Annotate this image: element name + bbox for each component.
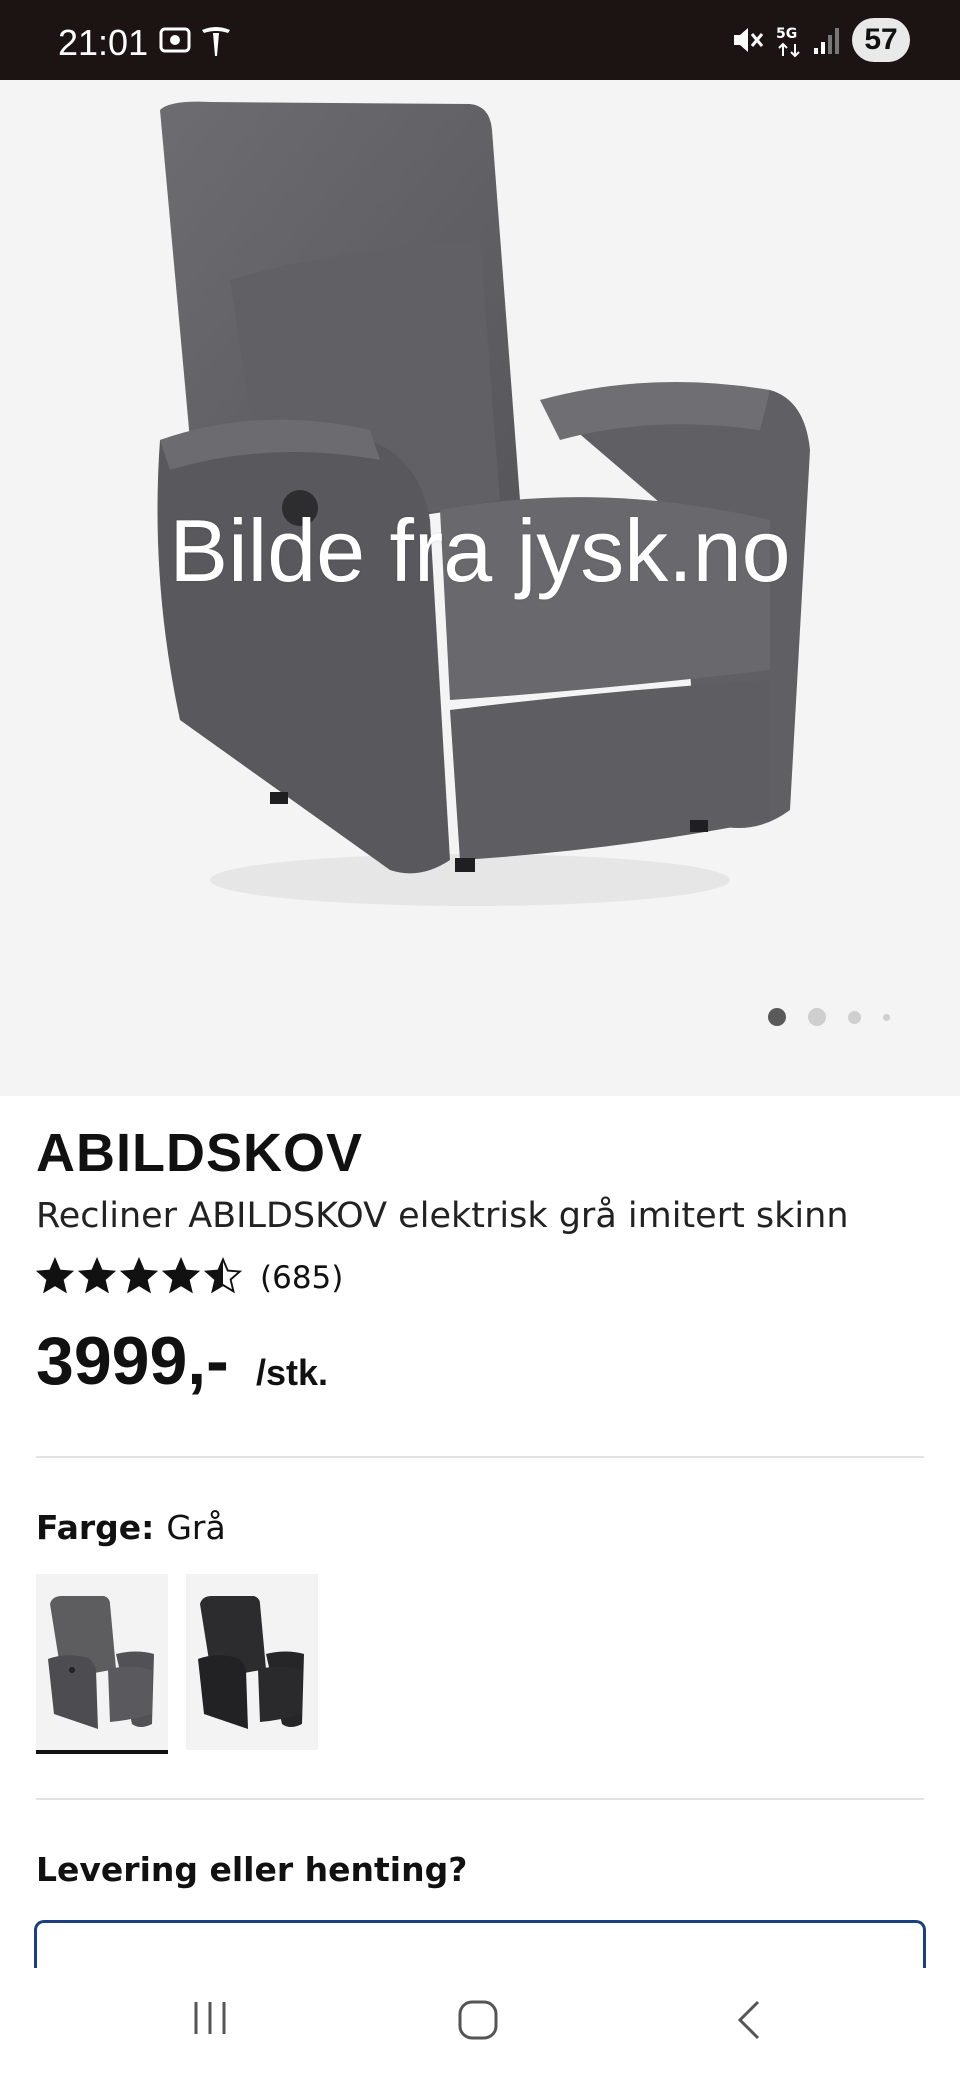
recliner-gray-thumbnail	[48, 1596, 154, 1729]
star-icon	[203, 1256, 243, 1294]
color-label: Farge:	[36, 1508, 155, 1547]
product-brand: ABILDSKOV	[36, 1123, 364, 1183]
recent-apps-button[interactable]	[190, 1998, 230, 2042]
home-button[interactable]	[456, 1998, 500, 2046]
star-icon	[161, 1256, 201, 1294]
carousel-dot[interactable]	[768, 1008, 786, 1026]
product-name: Recliner ABILDSKOV elektrisk grå imitert…	[36, 1196, 849, 1236]
status-time: 21:01	[58, 22, 149, 63]
carousel-dot[interactable]	[848, 1010, 861, 1024]
mute-icon	[730, 24, 764, 60]
divider	[36, 1798, 924, 1800]
signal-icon	[812, 24, 842, 60]
screenshot-icon	[158, 24, 192, 60]
star-icon	[35, 1256, 75, 1294]
price-unit: /stk.	[256, 1352, 329, 1393]
product-price: 3999,-	[36, 1323, 229, 1399]
svg-text:5G: 5G	[776, 26, 797, 42]
back-button[interactable]	[730, 1998, 770, 2046]
carousel-indicator[interactable]	[768, 1008, 890, 1026]
battery-indicator: 57	[852, 18, 910, 62]
star-icon	[119, 1256, 159, 1294]
rating-count: (685)	[260, 1260, 344, 1296]
tesla-icon	[200, 24, 232, 62]
divider	[36, 1456, 924, 1458]
image-watermark: Bilde fra jysk.no	[169, 501, 791, 600]
rating-stars	[35, 1256, 246, 1299]
system-nav-bar	[0, 1968, 960, 2080]
carousel-dot[interactable]	[808, 1008, 826, 1026]
color-swatch-gray[interactable]	[36, 1574, 168, 1754]
delivery-heading: Levering eller henting?	[36, 1850, 468, 1889]
recliner-black-thumbnail	[198, 1596, 304, 1729]
color-swatch-black[interactable]	[186, 1574, 318, 1750]
status-bar: 21:01 5G 57	[0, 0, 960, 80]
product-image-carousel[interactable]: Bilde fra jysk.no	[0, 80, 960, 1096]
color-selection-label: Farge: Grå	[36, 1508, 226, 1547]
color-value: Grå	[166, 1508, 226, 1547]
product-rating[interactable]: (685)	[35, 1256, 344, 1300]
5g-icon: 5G	[774, 24, 806, 64]
star-icon	[77, 1256, 117, 1294]
carousel-dot[interactable]	[883, 1013, 890, 1021]
